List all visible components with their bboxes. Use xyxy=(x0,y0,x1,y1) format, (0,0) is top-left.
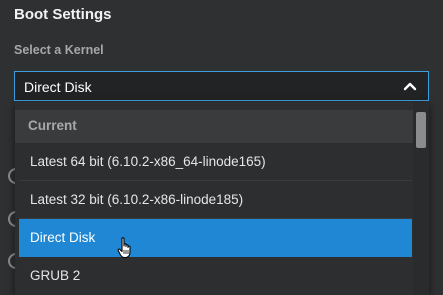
kernel-option[interactable]: Latest 64 bit (6.10.2-x86_64-linode165) xyxy=(19,143,412,181)
boot-settings-title: Boot Settings xyxy=(14,6,112,23)
kernel-select[interactable]: Direct Disk xyxy=(14,71,429,101)
scrollbar-thumb[interactable] xyxy=(416,112,426,148)
dropdown-scrollbar[interactable] xyxy=(413,102,429,295)
kernel-option[interactable]: GRUB 2 xyxy=(19,257,412,295)
hand-pointer-cursor-icon xyxy=(117,237,131,259)
kernel-dropdown-list: Current Latest 64 bit (6.10.2-x86_64-lin… xyxy=(15,102,429,295)
chevron-up-icon[interactable] xyxy=(403,81,417,91)
kernel-select-value: Direct Disk xyxy=(24,79,92,95)
kernel-option[interactable]: Latest 32 bit (6.10.2-x86-linode185) xyxy=(19,181,412,219)
select-kernel-label: Select a Kernel xyxy=(14,43,104,57)
group-header-current: Current xyxy=(15,110,413,143)
kernel-option-selected[interactable]: Direct Disk xyxy=(19,219,412,257)
